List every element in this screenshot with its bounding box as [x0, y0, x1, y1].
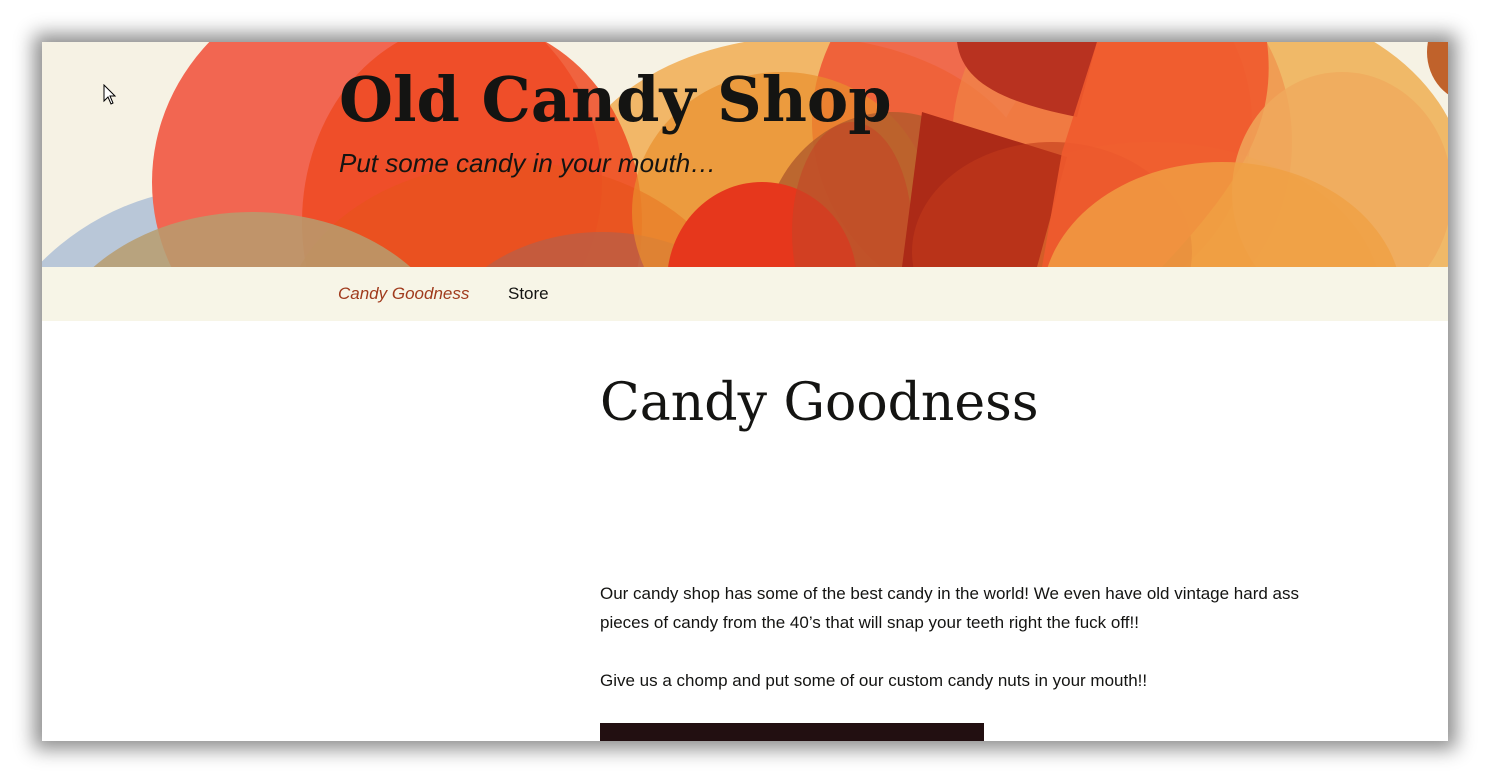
page-content: Candy Goodness Our candy shop has some o… — [42, 321, 1448, 741]
site-title[interactable]: Old Candy Shop — [339, 60, 892, 140]
intro-paragraph: Our candy shop has some of the best cand… — [600, 584, 1299, 632]
browser-window: Old Candy Shop Put some candy in your mo… — [42, 42, 1448, 741]
mouse-pointer-icon — [103, 84, 117, 105]
embedded-media[interactable] — [600, 723, 984, 741]
site-header: Old Candy Shop Put some candy in your mo… — [42, 42, 1448, 267]
site-tagline: Put some candy in your mouth… — [339, 148, 717, 178]
nav-item-store[interactable]: Store — [508, 284, 549, 304]
main-navigation: Candy Goodness Store — [42, 267, 1448, 321]
page-title: Candy Goodness — [600, 373, 1039, 433]
nav-item-candy-goodness[interactable]: Candy Goodness — [338, 284, 469, 304]
cta-paragraph: Give us a chomp and put some of our cust… — [600, 671, 1148, 690]
